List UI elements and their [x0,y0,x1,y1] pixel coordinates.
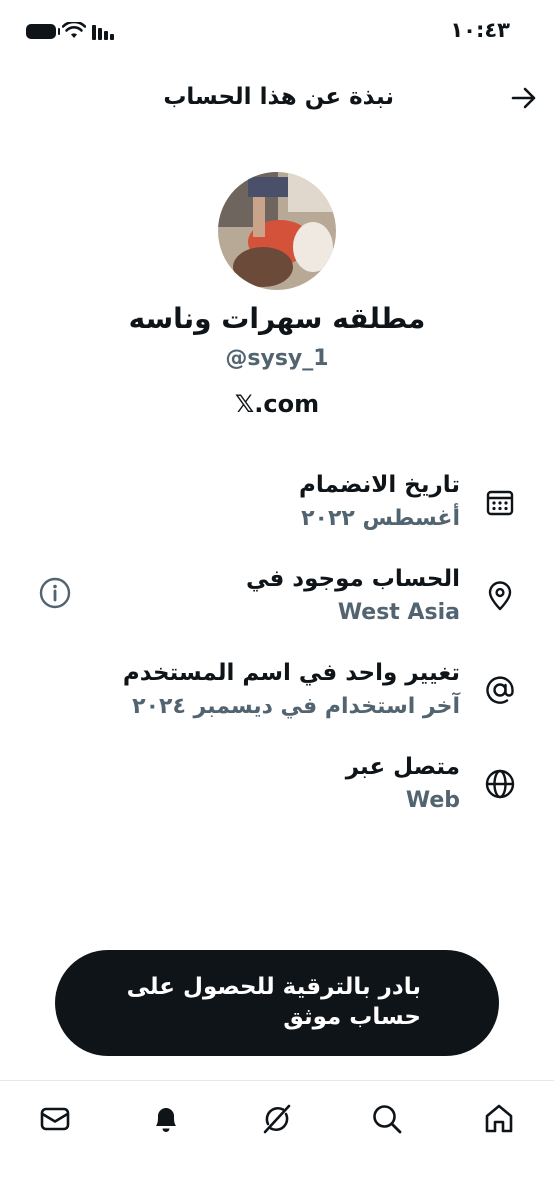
detail-row-joined: تاريخ الانضمام أغسطس ٢٠٢٢ [0,470,554,540]
bottom-nav [0,1080,554,1201]
info-icon[interactable] [38,576,72,610]
signal-icon [92,25,114,40]
site-label: 𝕏.com [234,390,320,418]
globe-icon [485,769,515,799]
arrow-right-icon [511,87,536,109]
back-button[interactable] [508,82,540,114]
detail-row-username-change: تغيير واحد في اسم المستخدم آخر استخدام ف… [0,658,554,728]
verify-upgrade-button[interactable]: بادر بالترقية للحصول على حساب موثق [55,950,499,1056]
home-icon [485,1104,513,1133]
detail-value: Web [405,788,460,813]
detail-value: أغسطس ٢٠٢٢ [301,506,460,531]
detail-value: آخر استخدام في ديسمبر ٢٠٢٤ [132,694,460,719]
status-time: ١٠:٤٣ [450,18,510,42]
detail-row-connected-via: متصل عبر Web [0,752,554,822]
detail-row-location: الحساب موجود في West Asia [0,564,554,634]
battery-icon [26,23,60,39]
verify-upgrade-label: بادر بالترقية للحصول على حساب موثق [126,974,421,1030]
status-icons [26,22,118,40]
detail-title: متصل عبر [345,754,460,780]
bell-icon [156,1108,176,1132]
search-icon [373,1105,402,1134]
username-handle: @sysy_1 [225,346,329,371]
avatar-image [218,172,336,290]
wifi-icon [62,22,86,38]
avatar[interactable] [218,172,336,290]
detail-title: تاريخ الانضمام [299,472,460,498]
header: نبذة عن هذا الحساب [0,72,554,124]
location-pin-icon [488,581,512,611]
detail-value: West Asia [337,600,460,625]
nav-home[interactable] [479,1099,519,1139]
at-sign-icon [486,676,514,704]
nav-grok[interactable] [257,1099,297,1139]
display-name: مطلقه سهرات وناسه [128,302,426,335]
nav-notifications[interactable] [146,1099,186,1139]
status-bar: ١٠:٤٣ [0,0,554,64]
detail-title: الحساب موجود في [245,566,460,592]
detail-title: تغيير واحد في اسم المستخدم [122,660,460,686]
calendar-icon [486,490,514,516]
mail-icon [40,1107,70,1131]
grok-icon [263,1104,291,1134]
nav-search[interactable] [367,1099,407,1139]
page-title: نبذة عن هذا الحساب [163,84,394,110]
nav-messages[interactable] [35,1099,75,1139]
